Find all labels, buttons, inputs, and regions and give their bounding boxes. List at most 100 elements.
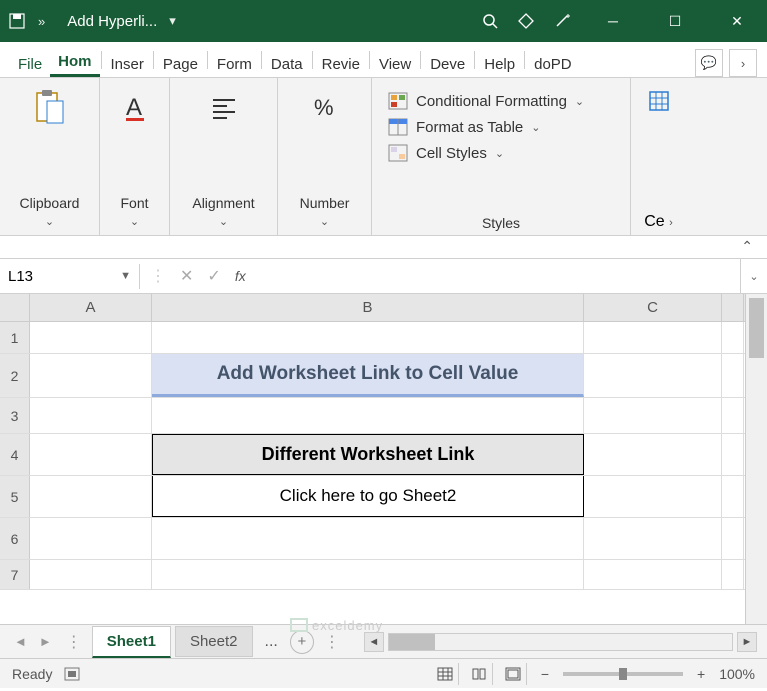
font-icon[interactable]: A: [111, 86, 159, 130]
view-page-layout-icon[interactable]: [467, 663, 493, 685]
cell[interactable]: [722, 560, 744, 589]
close-button[interactable]: ✕: [715, 0, 759, 42]
tab-help[interactable]: Help: [476, 50, 523, 77]
col-header-d[interactable]: [722, 294, 744, 321]
cell[interactable]: [722, 518, 744, 559]
sheet-tab-2[interactable]: Sheet2: [175, 626, 253, 657]
tab-data[interactable]: Data: [263, 50, 311, 77]
title-dropdown-icon[interactable]: ▾: [169, 13, 176, 29]
zoom-out-button[interactable]: −: [535, 666, 555, 682]
sheet-tab-more[interactable]: ...: [257, 629, 286, 655]
col-header-a[interactable]: A: [30, 294, 152, 321]
cell[interactable]: [722, 434, 744, 475]
macro-record-icon[interactable]: [64, 667, 80, 681]
tab-file[interactable]: File: [10, 50, 50, 77]
format-as-table-button[interactable]: Format as Table⌄: [382, 114, 620, 140]
tab-review[interactable]: Revie: [314, 50, 368, 77]
search-icon[interactable]: [481, 12, 499, 30]
accept-formula-icon[interactable]: ✓: [207, 266, 220, 286]
row-header[interactable]: 4: [0, 434, 30, 475]
chevron-down-icon[interactable]: ▼: [120, 270, 131, 282]
cell[interactable]: [722, 476, 744, 517]
cell-styles-button[interactable]: Cell Styles⌄: [382, 140, 620, 166]
name-box[interactable]: L13 ▼: [0, 264, 140, 289]
cell[interactable]: [30, 518, 152, 559]
add-sheet-button[interactable]: +: [290, 630, 314, 654]
expand-formula-icon[interactable]: ⌄: [741, 270, 767, 283]
cell-title[interactable]: Add Worksheet Link to Cell Value: [152, 354, 584, 397]
cell-link[interactable]: Click here to go Sheet2: [152, 476, 584, 517]
cell[interactable]: [152, 322, 584, 353]
fx-icon[interactable]: fx: [235, 268, 246, 284]
tab-view[interactable]: View: [371, 50, 419, 77]
cell[interactable]: [584, 322, 722, 353]
row-header[interactable]: 5: [0, 476, 30, 517]
chevron-down-icon[interactable]: ⌄: [130, 216, 139, 228]
alignment-icon[interactable]: [200, 86, 248, 130]
cell[interactable]: [152, 518, 584, 559]
cell[interactable]: [722, 354, 744, 397]
cell[interactable]: [584, 518, 722, 559]
cell[interactable]: [584, 560, 722, 589]
vertical-scrollbar[interactable]: [745, 294, 767, 624]
tab-formulas[interactable]: Form: [209, 50, 260, 77]
sheet-nav-next-icon[interactable]: ►: [35, 634, 56, 649]
number-icon[interactable]: %: [301, 86, 349, 130]
cell[interactable]: [30, 354, 152, 397]
more-commands-icon[interactable]: »: [38, 14, 45, 29]
chevron-down-icon[interactable]: ⌄: [320, 216, 329, 228]
minimize-button[interactable]: ─: [591, 0, 635, 42]
view-normal-icon[interactable]: [433, 663, 459, 685]
cell[interactable]: [30, 434, 152, 475]
cell[interactable]: [30, 398, 152, 433]
zoom-level[interactable]: 100%: [719, 666, 755, 682]
sheet-nav-prev-icon[interactable]: ◄: [10, 634, 31, 649]
collapse-ribbon-icon[interactable]: ⌃: [741, 238, 753, 255]
tab-insert[interactable]: Inser: [103, 50, 152, 77]
row-header[interactable]: 6: [0, 518, 30, 559]
cell[interactable]: [584, 476, 722, 517]
tab-home[interactable]: Hom: [50, 47, 99, 77]
cell[interactable]: [722, 322, 744, 353]
cell[interactable]: [584, 354, 722, 397]
cell[interactable]: [30, 322, 152, 353]
select-all-corner[interactable]: [0, 294, 30, 321]
cell[interactable]: [152, 560, 584, 589]
scroll-right-icon[interactable]: ►: [737, 632, 757, 652]
ribbon-overflow-icon[interactable]: ›: [729, 49, 757, 77]
cell[interactable]: [722, 398, 744, 433]
paste-icon[interactable]: [26, 86, 74, 130]
maximize-button[interactable]: ☐: [653, 0, 697, 42]
row-header[interactable]: 7: [0, 560, 30, 589]
cancel-formula-icon[interactable]: ✕: [180, 266, 193, 286]
chevron-down-icon[interactable]: ⌄: [219, 216, 228, 228]
cell-header[interactable]: Different Worksheet Link: [152, 434, 584, 475]
cell[interactable]: [152, 398, 584, 433]
col-header-b[interactable]: B: [152, 294, 584, 321]
tab-dopdf[interactable]: doPD: [526, 50, 580, 77]
cell[interactable]: [30, 560, 152, 589]
comments-button[interactable]: 💬: [695, 49, 723, 77]
autosave-icon[interactable]: [8, 12, 26, 30]
cell[interactable]: [584, 398, 722, 433]
row-header[interactable]: 3: [0, 398, 30, 433]
insert-cells-icon[interactable]: [644, 86, 674, 116]
zoom-in-button[interactable]: +: [691, 666, 711, 682]
cell[interactable]: [584, 434, 722, 475]
zoom-slider[interactable]: [563, 672, 683, 676]
tab-page[interactable]: Page: [155, 50, 206, 77]
wand-icon[interactable]: [553, 12, 573, 30]
cell[interactable]: [30, 476, 152, 517]
col-header-c[interactable]: C: [584, 294, 722, 321]
scroll-left-icon[interactable]: ◄: [364, 632, 384, 652]
tab-developer[interactable]: Deve: [422, 50, 473, 77]
formula-input[interactable]: [256, 259, 741, 293]
view-page-break-icon[interactable]: [501, 663, 527, 685]
chevron-down-icon[interactable]: ⌄: [45, 216, 54, 228]
row-header[interactable]: 2: [0, 354, 30, 397]
horizontal-scrollbar[interactable]: ◄ ►: [364, 632, 757, 652]
diamond-icon[interactable]: [517, 12, 535, 30]
sheet-tab-1[interactable]: Sheet1: [92, 626, 171, 658]
conditional-formatting-button[interactable]: Conditional Formatting⌄: [382, 88, 620, 114]
row-header[interactable]: 1: [0, 322, 30, 353]
